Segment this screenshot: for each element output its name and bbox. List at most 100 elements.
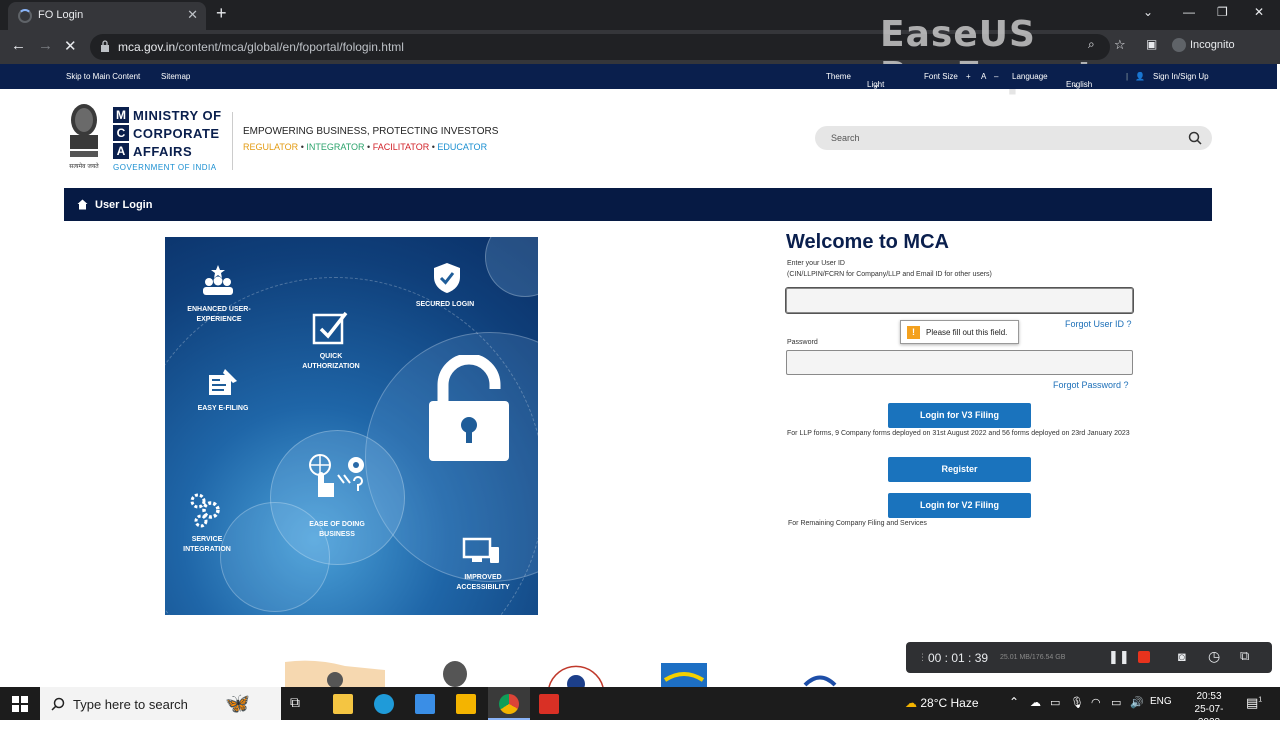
stop-record-icon[interactable] bbox=[1138, 651, 1150, 663]
role-educator: EDUCATOR bbox=[437, 142, 488, 152]
task-view-icon[interactable]: ⧉ bbox=[290, 694, 310, 714]
logo-line-1: MINISTRY OF bbox=[133, 107, 222, 123]
feature-quick-authorization: QUICK AUTHORIZATION bbox=[302, 353, 360, 370]
drag-handle-icon[interactable]: ⋮ bbox=[918, 652, 927, 663]
notification-center-icon[interactable]: ▤1 bbox=[1246, 695, 1262, 711]
incognito-indicator[interactable]: Incognito bbox=[1172, 38, 1235, 52]
chevron-up-icon[interactable]: ⌃ bbox=[1009, 695, 1019, 709]
partner-logo-emblem[interactable] bbox=[440, 660, 470, 687]
font-decrease-button[interactable]: – bbox=[994, 72, 998, 81]
windows-start-icon[interactable] bbox=[12, 696, 28, 712]
signin-link[interactable]: Sign In/Sign Up bbox=[1153, 72, 1209, 81]
site-search-input[interactable]: Search bbox=[815, 126, 1212, 150]
partner-logo-flag[interactable] bbox=[285, 660, 385, 687]
e-filing-icon bbox=[209, 369, 237, 395]
taskbar-search-box[interactable]: Type here to search 🦋 bbox=[40, 687, 281, 720]
utility-divider: | bbox=[1126, 72, 1129, 81]
feature-enhanced-ux: ENHANCED USER-EXPERIENCE bbox=[187, 306, 251, 323]
font-reset-button[interactable]: A bbox=[981, 72, 986, 81]
edge-icon[interactable] bbox=[374, 694, 394, 714]
login-v2-button[interactable]: Login for V2 Filing bbox=[888, 493, 1031, 518]
input-language[interactable]: ENG bbox=[1150, 696, 1172, 707]
search-icon[interactable] bbox=[1188, 131, 1202, 145]
partner-logo-investor-protection[interactable] bbox=[545, 660, 607, 687]
logo-line-2: CORPORATE bbox=[133, 125, 220, 141]
feature-easy-e-filing: EASY E-FILING bbox=[197, 405, 249, 412]
search-icon bbox=[51, 697, 65, 711]
font-size-label: Font Size bbox=[924, 72, 958, 81]
taskbar-clock[interactable]: 20:53 25-07-2023 bbox=[1184, 690, 1234, 729]
hero-illustration: ENHANCED USER-EXPERIENCE SECURED LOGIN Q… bbox=[165, 237, 538, 615]
minimize-recorder-icon[interactable]: ⧉ bbox=[1240, 648, 1249, 664]
chevron-down-icon: ⌄ bbox=[1072, 80, 1079, 89]
back-icon[interactable]: ← bbox=[11, 37, 26, 54]
svg-text:सत्यमेव जयते: सत्यमेव जयते bbox=[69, 162, 99, 170]
chrome-icon bbox=[499, 694, 519, 714]
wifi-icon[interactable]: ◠ bbox=[1091, 696, 1101, 709]
business-touch-icon bbox=[309, 454, 364, 497]
shield-check-icon bbox=[434, 263, 460, 293]
tab-title: FO Login bbox=[38, 9, 84, 21]
userid-field[interactable] bbox=[785, 287, 1134, 314]
chrome-taskbar-button[interactable] bbox=[488, 687, 530, 720]
forgot-password-link[interactable]: Forgot Password ? bbox=[1053, 380, 1129, 390]
forgot-userid-link[interactable]: Forgot User ID ? bbox=[1065, 319, 1132, 329]
forward-icon[interactable]: → bbox=[38, 37, 53, 54]
validation-message: Please fill out this field. bbox=[926, 328, 1008, 337]
login-v3-button[interactable]: Login for V3 Filing bbox=[888, 403, 1031, 428]
device-icon[interactable]: ▭ bbox=[1050, 696, 1060, 709]
screen-recorder-toolbar: ⋮ 00 : 01 : 39 25.01 MB/176.54 GB ❚❚ ◙ ◷… bbox=[906, 642, 1272, 673]
loading-spinner-icon bbox=[18, 9, 32, 23]
url-path: /content/mca/global/en/foportal/fologin.… bbox=[175, 40, 404, 54]
v2-note: For Remaining Company Filing and Service… bbox=[788, 520, 927, 527]
logo-letter-a: A bbox=[113, 143, 129, 159]
mail-icon[interactable] bbox=[415, 694, 435, 714]
taskbar-search-placeholder: Type here to search bbox=[73, 697, 188, 712]
logo-letter-c: C bbox=[113, 125, 129, 141]
store-icon[interactable] bbox=[333, 694, 353, 714]
acrobat-icon[interactable] bbox=[539, 694, 559, 714]
weather-widget[interactable]: ☁ 28°C Haze bbox=[905, 696, 979, 710]
microphone-icon[interactable]: 🎙 bbox=[1070, 696, 1084, 709]
stop-loading-icon[interactable]: ✕ bbox=[64, 37, 77, 55]
browser-tab[interactable]: FO Login ✕ bbox=[8, 2, 206, 30]
incognito-label: Incognito bbox=[1190, 38, 1235, 51]
skip-to-main-link[interactable]: Skip to Main Content bbox=[66, 72, 140, 81]
padlock-icon bbox=[429, 355, 509, 461]
mca-logo[interactable]: M MINISTRY OF C CORPORATE A AFFAIRS bbox=[113, 106, 222, 160]
home-icon[interactable] bbox=[77, 199, 88, 210]
register-button[interactable]: Register bbox=[888, 457, 1031, 482]
new-tab-icon[interactable]: + bbox=[216, 3, 227, 24]
search-placeholder: Search bbox=[831, 133, 860, 143]
weather-condition: Haze bbox=[950, 696, 979, 710]
battery-icon[interactable]: ▭ bbox=[1111, 696, 1121, 709]
volume-icon[interactable]: 🔊 bbox=[1130, 696, 1144, 709]
notification-count: 1 bbox=[1258, 696, 1263, 704]
partner-logo-swirl[interactable] bbox=[800, 660, 840, 687]
theme-label: Theme bbox=[826, 72, 851, 81]
file-explorer-icon[interactable] bbox=[456, 694, 476, 714]
url-text: mca.gov.in/content/mca/global/en/foporta… bbox=[118, 40, 404, 54]
recording-timer: 00 : 01 : 39 bbox=[928, 651, 989, 665]
partner-logo-blue-yellow[interactable] bbox=[661, 660, 707, 687]
pause-icon[interactable]: ❚❚ bbox=[1108, 649, 1130, 665]
role-regulator: REGULATOR bbox=[243, 142, 299, 152]
screenshot-camera-icon[interactable]: ◙ bbox=[1178, 649, 1186, 664]
header-divider bbox=[232, 112, 233, 170]
page-title: Welcome to MCA bbox=[786, 231, 949, 253]
tagline: EMPOWERING BUSINESS, PROTECTING INVESTOR… bbox=[243, 126, 499, 137]
font-increase-button[interactable]: + bbox=[966, 72, 971, 81]
incognito-icon bbox=[1172, 38, 1186, 52]
validation-tooltip: ! Please fill out this field. bbox=[900, 320, 1019, 344]
breadcrumb-current: User Login bbox=[95, 199, 153, 211]
password-field[interactable] bbox=[786, 350, 1133, 375]
onedrive-icon[interactable]: ☁ bbox=[1030, 696, 1041, 709]
password-label: Password bbox=[787, 339, 818, 346]
userid-hint-detail: (CIN/LLPIN/FCRN for Company/LLP and Emai… bbox=[787, 271, 992, 278]
temperature: 28°C bbox=[920, 696, 948, 710]
sitemap-link[interactable]: Sitemap bbox=[161, 72, 190, 81]
url-host: mca.gov.in bbox=[118, 40, 176, 54]
timer-icon[interactable]: ◷ bbox=[1208, 648, 1220, 665]
chevron-down-icon: ⌄ bbox=[873, 80, 880, 89]
close-tab-icon[interactable]: ✕ bbox=[187, 7, 198, 23]
